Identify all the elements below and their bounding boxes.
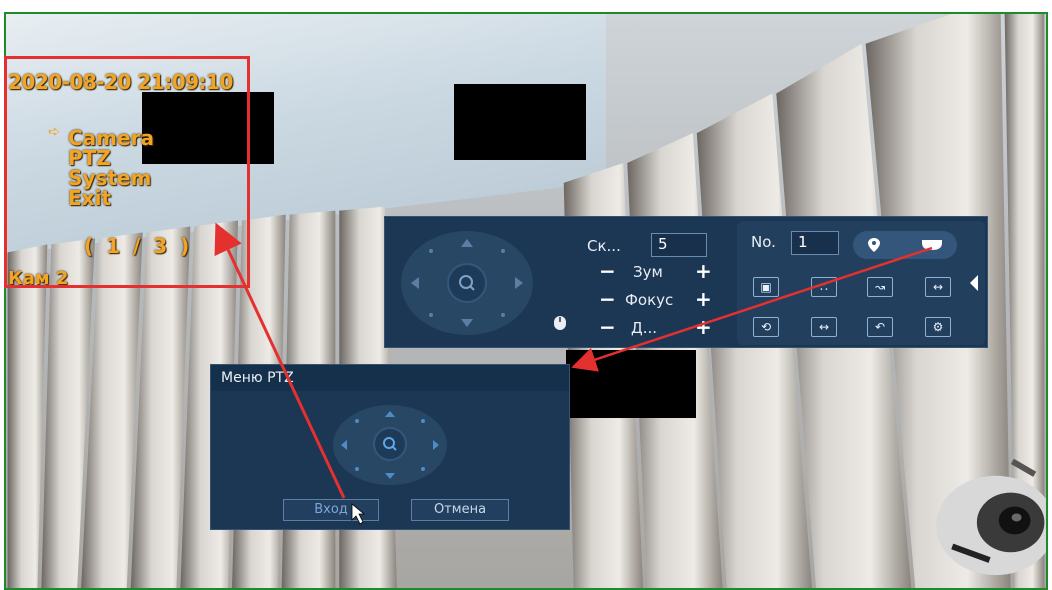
- speed-input[interactable]: 5: [651, 233, 707, 257]
- focus-label: Фокус: [625, 291, 674, 309]
- dome-camera-icon[interactable]: [921, 239, 943, 251]
- cancel-button[interactable]: Отмена: [411, 499, 509, 521]
- camera-icon[interactable]: ▣: [753, 277, 779, 297]
- iris-minus-button[interactable]: −: [599, 317, 616, 337]
- privacy-mask: [454, 84, 586, 160]
- privacy-mask: [566, 350, 696, 418]
- speed-label: Ск...: [587, 237, 621, 255]
- mouse-icon: [554, 316, 566, 330]
- return-icon[interactable]: ↶: [867, 317, 893, 337]
- preset-input[interactable]: 1: [791, 231, 839, 255]
- flip-icon[interactable]: ↔: [811, 317, 837, 337]
- location-pin-icon[interactable]: [867, 237, 881, 253]
- ptz-function-area: No. 1 ▣ ∴ ↝ ↔ ⟲ ↔ ↶ ⚙: [737, 221, 985, 345]
- ptz-control-panel: Ск... 5 − Зум + − Фокус + − Д... + No. 1…: [384, 216, 988, 348]
- preset-toggle[interactable]: [853, 231, 957, 259]
- osd-highlight-box: [4, 56, 250, 288]
- zoom-plus-button[interactable]: +: [695, 261, 712, 281]
- direction-arrows-icon: [341, 411, 439, 479]
- focus-plus-button[interactable]: +: [695, 289, 712, 309]
- pattern-icon[interactable]: ↝: [867, 277, 893, 297]
- enter-button[interactable]: Вход: [283, 499, 379, 521]
- iris-label: Д...: [631, 319, 658, 337]
- collapse-arrow-icon[interactable]: [969, 275, 979, 291]
- direction-arrows-icon: [411, 239, 523, 327]
- ptz-direction-pad[interactable]: [401, 231, 533, 335]
- zoom-label: Зум: [633, 263, 663, 281]
- iris-plus-button[interactable]: +: [695, 317, 712, 337]
- settings-icon[interactable]: ⚙: [925, 317, 951, 337]
- preset-label: No.: [751, 233, 776, 251]
- tour-icon[interactable]: ∴: [811, 277, 837, 297]
- rotate-icon[interactable]: ⟲: [753, 317, 779, 337]
- dialog-direction-pad[interactable]: [333, 405, 447, 485]
- focus-minus-button[interactable]: −: [599, 289, 616, 309]
- ptz-menu-dialog: Меню PTZ Вход Отмена: [210, 364, 570, 530]
- zoom-minus-button[interactable]: −: [599, 261, 616, 281]
- scan-icon[interactable]: ↔: [925, 277, 951, 297]
- dialog-title: Меню PTZ: [211, 365, 569, 391]
